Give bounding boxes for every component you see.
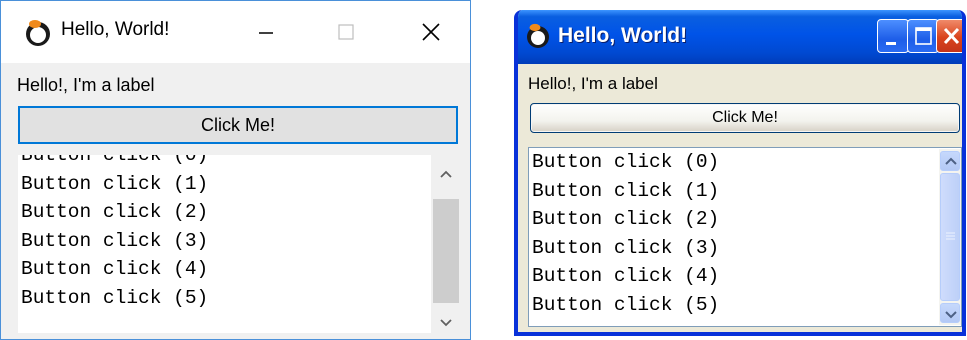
close-button[interactable] [936,19,962,53]
output-line: Button click (2) [532,208,720,230]
vertical-scrollbar[interactable] [431,155,461,333]
output-line: Button click (5) [21,286,209,309]
output-line: Button click (4) [21,258,209,280]
title-bar[interactable]: Hello, World! [518,10,962,64]
output-line: Button click (0) [21,155,209,166]
output-line: Button click (0) [532,151,720,173]
output-lines: Button click (0) Button click (1) Button… [21,155,208,312]
chevron-down-icon [440,319,452,327]
output-line: Button click (1) [21,172,209,195]
minimize-icon [259,32,273,34]
output-text-area[interactable]: Button click (0) Button click (1) Button… [18,155,461,333]
close-button[interactable] [399,1,469,63]
click-me-button[interactable]: Click Me! [530,103,960,133]
app-icon [527,23,549,48]
chevron-down-icon [945,311,957,319]
output-line: Button click (5) [532,293,720,316]
scroll-down-button[interactable] [431,307,461,337]
chevron-up-icon [440,170,452,178]
window-title: Hello, World! [558,24,688,47]
output-lines: Button click (0) Button click (1) Button… [532,148,719,319]
minimize-button[interactable] [231,1,301,63]
minimize-button[interactable] [877,19,909,53]
output-line: Button click (3) [21,229,209,252]
winxp-window: Hello, World! Hello!, I'm a label Click … [514,10,966,336]
scroll-down-button[interactable] [940,303,960,323]
output-text-area[interactable]: Button click (0) Button click (1) Button… [528,147,962,327]
title-bar[interactable]: Hello, World! [1,1,470,63]
output-line: Button click (1) [532,179,720,202]
output-line: Button click (2) [21,201,209,223]
maximize-icon [338,24,354,40]
minimize-icon [886,42,896,45]
scroll-up-button[interactable] [431,159,461,189]
app-icon [26,20,50,46]
chevron-up-icon [945,157,957,165]
window-title: Hello, World! [61,19,170,40]
vertical-scrollbar[interactable] [939,149,961,325]
close-icon [943,27,960,45]
hello-label: Hello!, I'm a label [17,75,155,95]
output-line: Button click (4) [532,265,720,287]
maximize-button[interactable] [311,1,381,63]
scrollbar-thumb[interactable] [433,199,459,303]
maximize-button[interactable] [907,19,939,53]
scroll-up-button[interactable] [940,151,960,171]
win10-window: Hello, World! Hello!, I'm a label Click … [0,0,471,340]
click-me-button[interactable]: Click Me! [18,106,458,144]
hello-label: Hello!, I'm a label [528,74,658,93]
grip-icon [946,232,955,240]
close-icon [422,23,440,41]
scrollbar-thumb[interactable] [940,173,960,301]
output-line: Button click (3) [532,236,720,259]
